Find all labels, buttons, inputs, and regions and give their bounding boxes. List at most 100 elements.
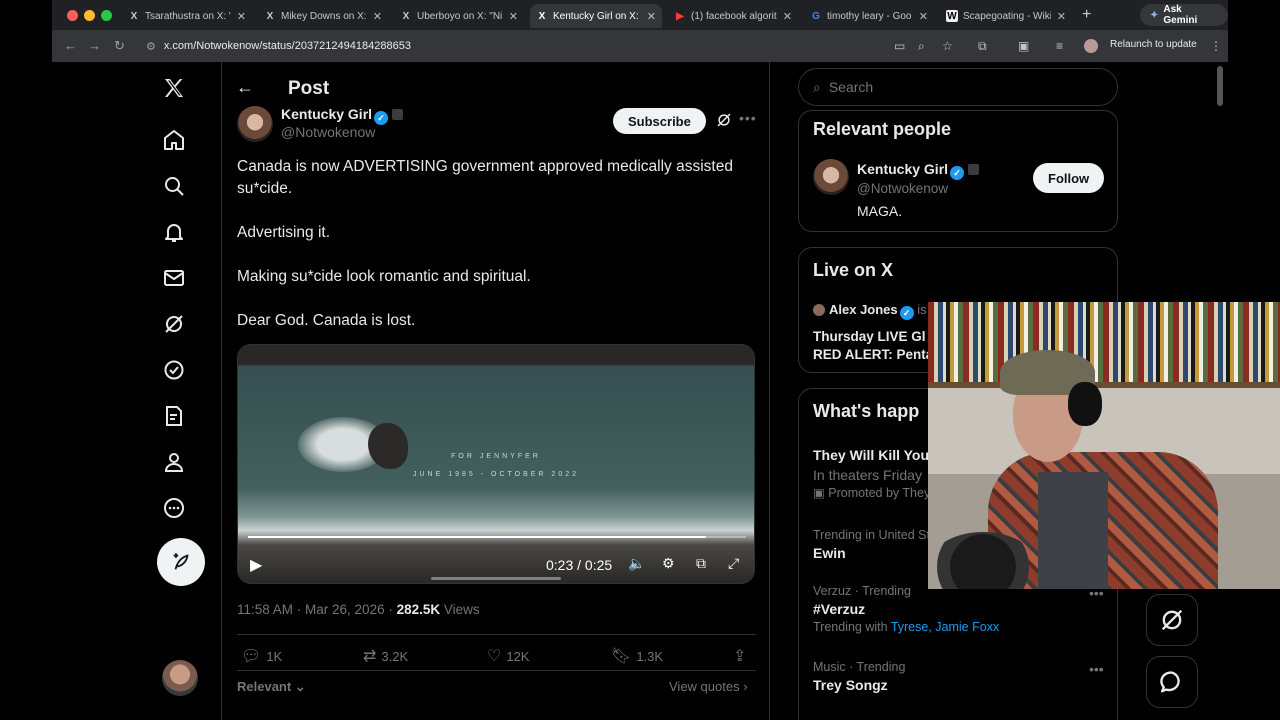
address-bar[interactable]: ⚙ x.com/Notwokenow/status/20372124941842… [142,34,902,58]
video-player[interactable]: FOR JENNYFER JUNE 1985 - OCTOBER 2022 ▶ … [237,344,755,584]
messages-envelope-icon[interactable] [156,260,192,296]
more-options-icon[interactable] [156,490,192,526]
messages-floating-button[interactable] [1146,656,1198,708]
cast-icon[interactable]: ▭ [894,39,905,53]
zoom-window-button[interactable] [101,10,112,21]
like-button[interactable]: ♡ 12K [487,646,529,666]
browser-toolbar: ← → ↻ ⚙ x.com/Notwokenow/status/20372124… [52,30,1228,62]
browser-tab[interactable]: W Scapegoating - Wiki ✕ [940,4,1072,28]
browser-tab-active[interactable]: X Kentucky Girl on X: ✕ [530,4,662,28]
site-settings-icon[interactable]: ⚙ [146,40,156,53]
card-title: What's happ [813,401,920,421]
pip-icon[interactable]: ⧉ [696,555,706,572]
subscribe-button[interactable]: Subscribe [613,108,706,134]
zoom-icon[interactable]: ⌕ [918,39,925,54]
tab-close-icon[interactable]: ✕ [647,10,656,23]
browser-menu-icon[interactable]: ⋮ [1210,39,1222,53]
repost-button[interactable]: ⇄ 3.2K [363,646,408,666]
author-avatar[interactable] [237,106,273,142]
tab-close-icon[interactable]: ✕ [509,10,518,23]
grok-floating-button[interactable] [1146,594,1198,646]
browser-tab[interactable]: X Mikey Downs on X: ✕ [258,4,388,28]
post-more-icon[interactable]: ••• [739,110,757,126]
account-avatar[interactable] [162,660,198,696]
tab-close-icon[interactable]: ✕ [373,10,382,23]
browser-tab[interactable]: X Tsarathustra on X: " ✕ [122,4,252,28]
compose-post-button[interactable] [157,538,205,586]
bookmark-button[interactable]: 🔖︎ 1.3K [611,646,663,666]
tab-close-icon[interactable]: ✕ [1057,10,1066,23]
x-logo-icon: X [130,10,138,22]
home-icon[interactable] [156,122,192,158]
tab-close-icon[interactable]: ✕ [237,10,246,23]
trend-related-links[interactable]: Tyrese, Jamie Foxx [891,620,999,634]
x-logo-icon[interactable] [156,70,192,106]
bookmark-star-icon[interactable]: ☆ [942,39,953,53]
live-host[interactable]: Alex Jones ✓ is [813,302,927,320]
side-panel-icon[interactable]: ▣ [1018,39,1029,53]
relaunch-to-update-button[interactable]: Relaunch to update [1110,39,1197,50]
profile-icon[interactable] [156,444,192,480]
volume-icon[interactable]: 🔈 [628,555,645,572]
minimize-window-button[interactable] [84,10,95,21]
trend-item[interactable]: Music · Trending Trey Songz [813,659,1103,695]
back-arrow-icon[interactable]: ← [236,77,254,98]
search-icon: ⌕ [813,78,821,95]
verified-badge-icon: ✓ [899,306,914,320]
tab-close-icon[interactable]: ✕ [783,10,792,23]
extensions-icon[interactable]: ⧉ [978,39,987,54]
fullscreen-icon[interactable]: ⤢ [728,555,739,572]
view-quotes-link[interactable]: View quotes › [669,679,748,694]
bookshelf-board [928,382,1280,388]
play-icon[interactable]: ▶ [250,555,262,575]
post-paragraph: Canada is now ADVERTISING government app… [237,158,733,197]
browser-tab[interactable]: ▶ (1) facebook algorit ✕ [668,4,798,28]
author-handle[interactable]: @Notwokenow [281,124,375,140]
search-icon[interactable] [156,168,192,204]
relevant-person-avatar[interactable] [813,159,849,195]
grok-icon[interactable] [156,306,192,342]
relevant-person-handle[interactable]: @Notwokenow [857,181,948,196]
articles-icon[interactable] [156,398,192,434]
verified-badge-icon: ✓ [950,166,965,180]
browser-tab[interactable]: X Uberboyo on X: "Ni ✕ [394,4,524,28]
reload-icon[interactable]: ↻ [114,38,125,54]
premium-check-icon[interactable] [156,352,192,388]
follow-button[interactable]: Follow [1033,163,1105,193]
ask-gemini-button[interactable]: ✦ Ask Gemini [1140,4,1228,26]
reply-button[interactable]: 💬︎ 1K [241,646,282,666]
page-scrollbar[interactable] [1217,66,1223,106]
video-progress-bar[interactable] [248,536,746,538]
relevant-person-name[interactable]: Kentucky Girl ✓ [857,161,980,180]
share-button[interactable]: ⇪ [733,646,746,666]
relevant-person-name-text: Kentucky Girl [857,161,949,177]
media-controls-icon[interactable]: ≡ [1056,39,1063,53]
grok-explain-icon[interactable] [715,111,733,134]
grok-icon [1161,609,1183,631]
forward-arrow-icon[interactable]: → [88,38,101,53]
back-arrow-icon[interactable]: ← [64,38,77,53]
card-title: Relevant people [813,119,952,139]
new-tab-button[interactable]: + [1082,6,1091,24]
tab-title: Uberboyo on X: "Ni [417,10,503,22]
tab-close-icon[interactable]: ✕ [919,10,928,23]
author-name[interactable]: Kentucky Girl ✓ [281,106,404,125]
close-window-button[interactable] [67,10,78,21]
reply-sort-dropdown[interactable]: Relevant ⌄ [237,679,306,695]
chat-bubble-icon [1160,671,1180,693]
search-input[interactable]: ⌕ Search [798,68,1118,106]
bookshelf-books [928,336,1280,384]
post-timestamp[interactable]: 11:58 AM · Mar 26, 2026 · [237,602,397,617]
settings-gear-icon[interactable]: ⚙ [662,555,675,572]
browser-tab[interactable]: G timothy leary - Goo ✕ [804,4,934,28]
trend-item[interactable]: Verzuz · Trending #Verzuz Trending with … [813,583,1103,635]
card-title: Live on X [813,260,894,280]
video-caption-line2: JUNE 1985 - OCTOBER 2022 [412,471,580,478]
like-count: 12K [506,648,530,664]
notifications-bell-icon[interactable] [156,214,192,250]
post-paragraph: Advertising it. [237,224,331,241]
video-scrub-handle[interactable] [431,577,561,580]
profile-avatar[interactable] [1084,39,1098,53]
trend-more-icon[interactable]: ••• [1089,661,1104,677]
author-name-text: Kentucky Girl [281,106,373,122]
